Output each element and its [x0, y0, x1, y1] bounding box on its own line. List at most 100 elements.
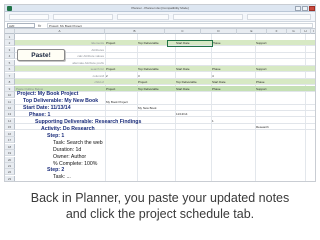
table-cell[interactable] [176, 53, 210, 59]
row-header[interactable]: 14 [5, 117, 15, 124]
table-cell[interactable] [138, 53, 174, 59]
table-cell[interactable]: Top Deliverable [138, 66, 174, 72]
table-cell[interactable]: 4 [212, 73, 254, 79]
table-cell[interactable] [106, 60, 136, 66]
table-cell[interactable] [212, 111, 254, 117]
table-cell[interactable] [256, 118, 315, 124]
table-cell[interactable] [256, 111, 315, 117]
row-header[interactable]: 6 [5, 66, 15, 73]
table-cell[interactable]: Phase [212, 86, 254, 92]
row-header[interactable]: 8 [5, 79, 15, 86]
slide-caption: Back in Planner, you paste your updated … [0, 190, 320, 222]
table-cell[interactable]: 2 [106, 73, 136, 79]
formula-input[interactable]: Project: My Book Project [47, 23, 313, 28]
row-header[interactable]: 16 [5, 130, 15, 137]
table-cell[interactable]: Start Date [176, 66, 210, 72]
table-cell[interactable] [176, 60, 210, 66]
ribbon-group[interactable] [53, 14, 113, 20]
table-cell[interactable]: Start Date [212, 79, 254, 85]
ribbon-group[interactable] [117, 14, 169, 20]
name-box[interactable]: A20 [7, 23, 35, 28]
table-cell[interactable] [176, 124, 210, 130]
row-header[interactable]: 17 [5, 137, 15, 144]
window-title: Planner - Planner.xlsx [Compatibility Mo… [131, 6, 189, 10]
table-cell[interactable]: Support [256, 86, 315, 92]
table-cell[interactable] [256, 73, 315, 79]
table-cell[interactable]: Project [106, 66, 136, 72]
table-cell[interactable]: 3 [138, 73, 174, 79]
table-cell[interactable] [106, 79, 136, 85]
table-cell[interactable] [106, 53, 136, 59]
table-cell[interactable]: Support [256, 40, 315, 46]
table-cell[interactable] [176, 99, 210, 105]
table-cell[interactable] [176, 73, 210, 79]
close-button[interactable] [309, 6, 315, 11]
table-cell[interactable] [176, 118, 210, 124]
table-row[interactable]: search for Project Top Deliverable Start Da… [15, 66, 315, 73]
row-header[interactable]: 1 [5, 34, 15, 40]
table-row[interactable]: child of Project Top Deliverable Start Date… [15, 79, 315, 86]
table-cell[interactable]: column# [16, 73, 104, 79]
table-cell[interactable]: Project [138, 79, 174, 85]
table-cell[interactable]: Phase [212, 66, 254, 72]
ribbon-group[interactable] [247, 14, 311, 20]
table-cell[interactable]: child of [16, 79, 104, 85]
table-cell[interactable]: 1 [212, 118, 254, 124]
table-cell[interactable]: 11/13/14 [176, 111, 210, 117]
minimize-button[interactable] [295, 6, 301, 11]
table-cell[interactable] [212, 105, 254, 111]
table-cell[interactable] [212, 53, 254, 59]
selected-cell [167, 40, 213, 47]
table-cell[interactable] [256, 105, 315, 111]
table-cell[interactable]: Top Deliverable [176, 79, 210, 85]
row-header[interactable]: 13 [5, 111, 15, 118]
maximize-button[interactable] [302, 6, 308, 11]
table-cell[interactable]: Research [256, 124, 315, 130]
table-row[interactable]: column# 2 3 4 [15, 73, 315, 79]
fx-icon[interactable]: fx [38, 22, 41, 29]
table-cell[interactable] [256, 53, 315, 59]
table-cell[interactable] [138, 47, 174, 53]
row-header[interactable]: 20 [5, 156, 15, 163]
table-cell[interactable] [212, 47, 254, 53]
row-header[interactable]: 21 [5, 163, 15, 169]
row-header[interactable]: 12 [5, 104, 15, 111]
row-header[interactable]: 4 [5, 53, 15, 60]
table-cell[interactable] [256, 47, 315, 53]
table-row[interactable]: Elements Project Top Deliverable Start Date… [15, 40, 315, 47]
table-cell[interactable]: Start Date [176, 86, 210, 92]
row-header[interactable]: 15 [5, 124, 15, 131]
table-cell[interactable] [212, 99, 254, 105]
row-header[interactable]: 18 [5, 143, 15, 150]
row-header[interactable]: 22 [5, 169, 15, 176]
table-cell[interactable]: Phase [212, 40, 254, 46]
formula-bar: A20 fx Project: My Book Project [5, 22, 315, 29]
ribbon-group[interactable] [9, 14, 49, 20]
row-header[interactable]: 11 [5, 98, 15, 105]
table-cell[interactable]: Phase [256, 79, 315, 85]
row-header[interactable]: 10 [5, 92, 15, 99]
table-cell[interactable]: Project [106, 40, 136, 46]
table-cell[interactable]: Elements [16, 40, 104, 46]
table-cell[interactable] [138, 60, 174, 66]
row-header[interactable]: 7 [5, 72, 15, 79]
row-header[interactable]: 3 [5, 46, 15, 53]
outline-line: Supporting Deliverable: Research Finding… [35, 118, 142, 125]
row-header[interactable]: 19 [5, 150, 15, 157]
ribbon-group[interactable] [173, 14, 243, 20]
table-cell[interactable] [176, 47, 210, 53]
ribbon [5, 12, 315, 22]
table-cell[interactable] [256, 99, 315, 105]
table-cell[interactable]: search for [16, 66, 104, 72]
table-cell[interactable] [212, 60, 254, 66]
table-cell[interactable] [256, 60, 315, 66]
row-header[interactable]: 9 [5, 85, 15, 92]
table-cell[interactable] [176, 105, 210, 111]
table-cell[interactable] [106, 47, 136, 53]
table-cell[interactable]: Support [256, 66, 315, 72]
row-header[interactable]: 23 [5, 175, 15, 181]
paste-button[interactable]: Paste! [17, 49, 65, 61]
table-cell[interactable] [212, 124, 254, 130]
row-header[interactable]: 2 [5, 40, 15, 47]
row-header[interactable]: 5 [5, 59, 15, 66]
